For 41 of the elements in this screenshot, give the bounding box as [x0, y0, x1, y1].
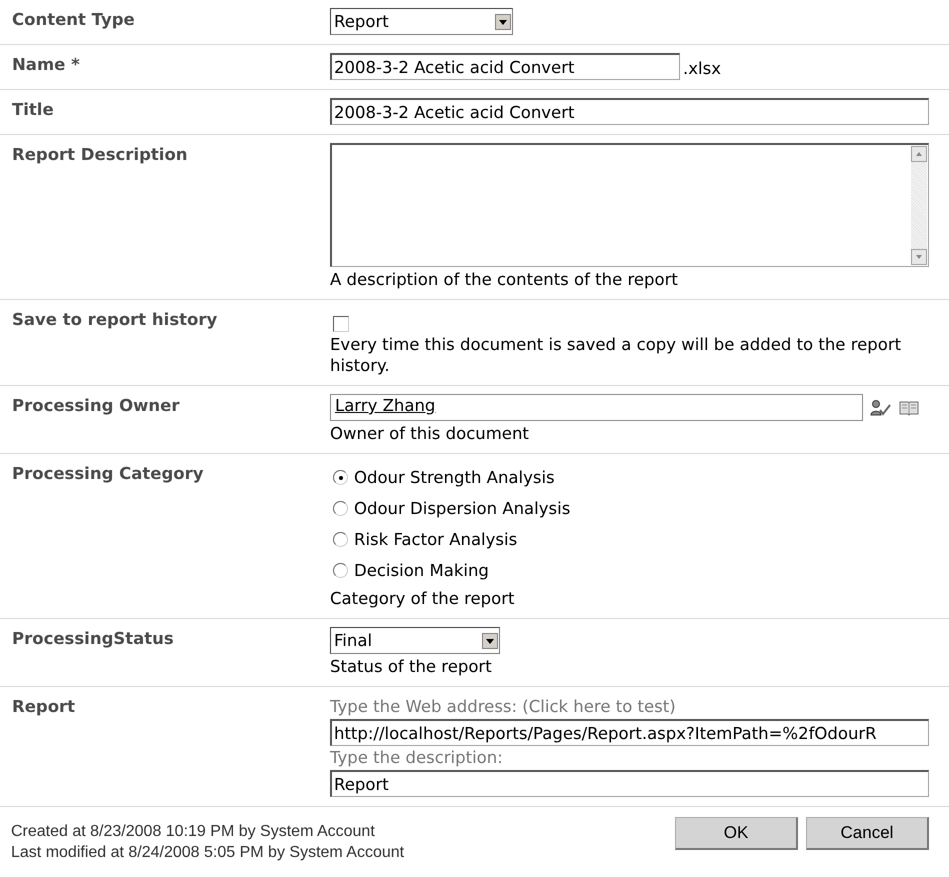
field-description: A description of the contents of the report: [330, 269, 679, 290]
field-hint: Type the Web address: (Click here to test): [330, 697, 677, 716]
field-label: Processing Owner: [11, 395, 180, 417]
field-label: ProcessingStatus: [11, 628, 175, 650]
radio-label: Odour Dispersion Analysis: [354, 499, 570, 518]
audit-text: Last modified at 8/24/2008 5:05 PM by System Account: [11, 843, 404, 863]
file-extension: .xlsx: [683, 58, 721, 78]
text-field[interactable]: 2008-3-2 Acetic acid Convert: [330, 53, 680, 80]
address-book-icon[interactable]: [899, 400, 919, 416]
field-label: Content Type: [11, 9, 136, 31]
field-label: Name *: [11, 54, 81, 76]
checkbox[interactable]: [333, 316, 349, 332]
field-label: Processing Category: [11, 463, 204, 485]
radio-button[interactable]: [333, 470, 348, 485]
text-field[interactable]: 2008-3-2 Acetic acid Convert: [330, 98, 929, 125]
field-description: Owner of this document: [330, 423, 530, 444]
field-description: Category of the report: [330, 588, 516, 609]
field-description: Every time this document is saved a copy will be added to the report history.: [330, 334, 902, 376]
url-field[interactable]: http://localhost/Reports/Pages/Report.aspx?ItemPath=%2fOdourR: [330, 719, 929, 746]
text-field[interactable]: Report: [330, 770, 929, 797]
check-names-icon[interactable]: [870, 398, 892, 416]
radio-button[interactable]: [333, 532, 348, 547]
radio-label: Risk Factor Analysis: [354, 530, 518, 549]
audit-text: Created at 8/23/2008 10:19 PM by System Account: [11, 822, 376, 842]
dropdown[interactable]: Report: [330, 8, 513, 35]
description-field[interactable]: [330, 143, 929, 267]
field-label: Save to report history: [11, 309, 218, 331]
radio-label: Decision Making: [354, 561, 489, 580]
people-picker-field[interactable]: Larry Zhang: [330, 394, 863, 421]
field-label: Report Description: [11, 144, 189, 166]
radio-button[interactable]: [333, 563, 348, 578]
field-hint: Type the description:: [330, 748, 504, 767]
form-button[interactable]: Cancel: [806, 817, 929, 850]
radio-button[interactable]: [333, 501, 348, 516]
field-label: Report: [11, 696, 76, 718]
scrollbar[interactable]: [911, 146, 927, 265]
radio-label: Odour Strength Analysis: [354, 468, 555, 487]
field-description: Status of the report: [330, 656, 493, 677]
dropdown[interactable]: Final: [330, 627, 500, 654]
field-label: Title: [11, 99, 55, 121]
form-button[interactable]: OK: [675, 817, 798, 850]
